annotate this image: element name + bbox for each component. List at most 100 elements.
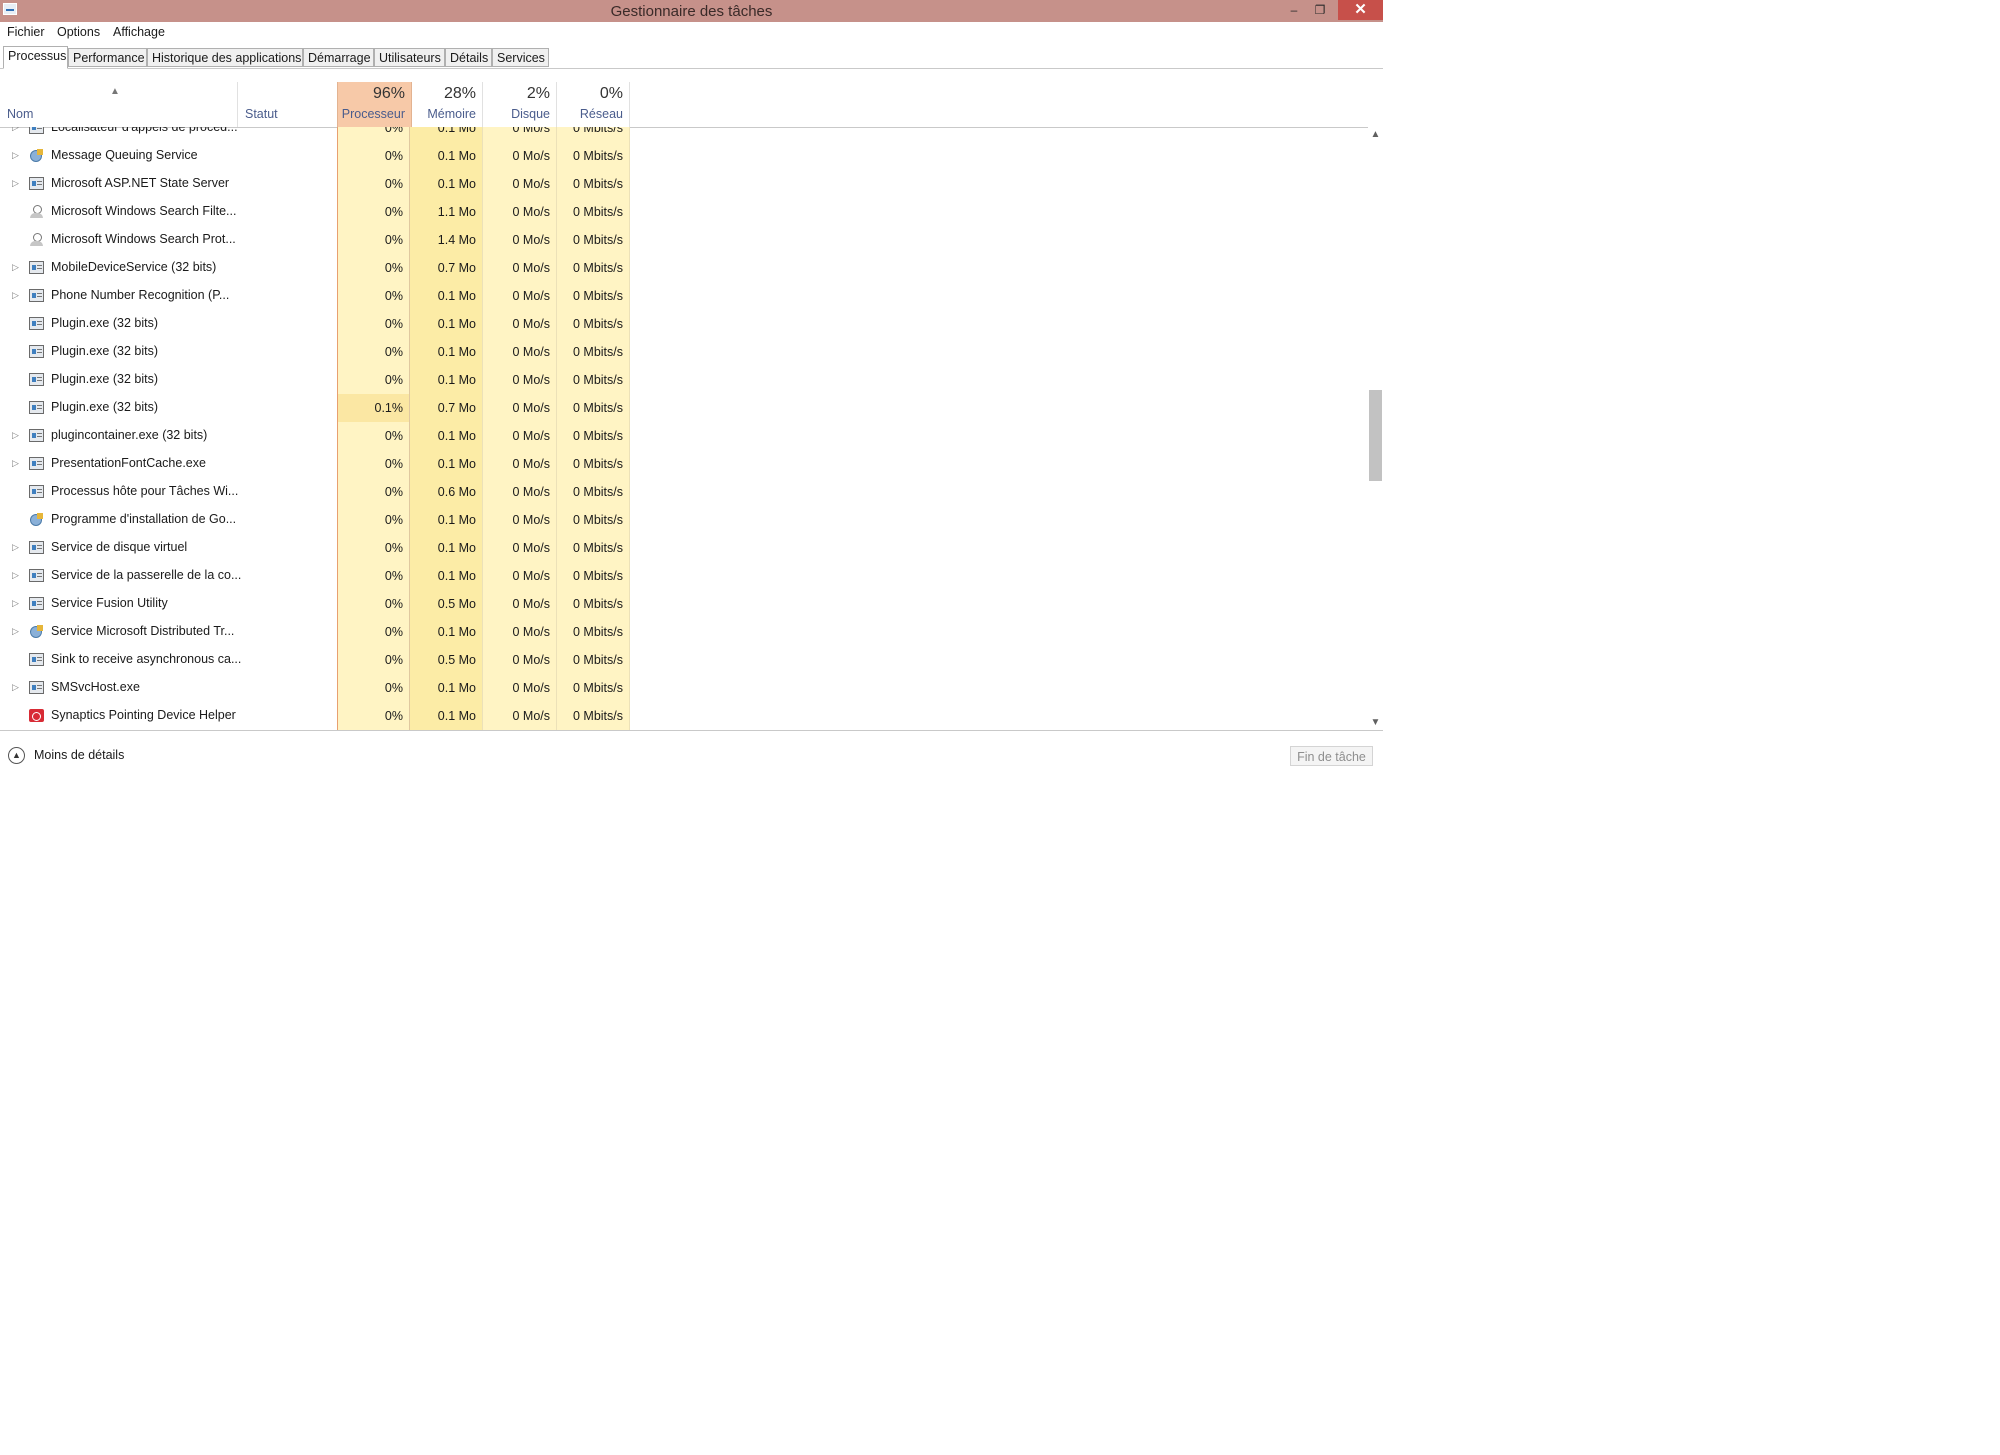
app-window-icon: [29, 681, 44, 694]
process-row[interactable]: Plugin.exe (32 bits) 0% 0.1 Mo 0 Mo/s 0 Mbit…: [0, 310, 1368, 338]
process-cpu: 0%: [337, 506, 410, 534]
process-row[interactable]: Synaptics Pointing Device Helper 0% 0.1 Mo…: [0, 702, 1368, 730]
process-cpu: 0%: [337, 478, 410, 506]
process-row[interactable]: Programme d'installation de Go... 0% 0.1 M…: [0, 506, 1368, 534]
process-name: Microsoft ASP.NET State Server: [51, 176, 230, 190]
app-window-icon: [29, 345, 44, 358]
process-network: 0 Mbits/s: [557, 618, 630, 646]
tab-details[interactable]: Détails: [445, 48, 492, 67]
process-network: 0 Mbits/s: [557, 450, 630, 478]
process-row[interactable]: Plugin.exe (32 bits) 0% 0.1 Mo 0 Mo/s 0 Mbit…: [0, 366, 1368, 394]
network-column-label: Réseau: [579, 107, 623, 121]
process-row[interactable]: Microsoft Windows Search Filte... 0% 1.1 M…: [0, 198, 1368, 226]
process-cpu: 0%: [337, 127, 410, 142]
app-window-icon: [29, 289, 44, 302]
process-row[interactable]: ▷ Service Fusion Utility 0% 0.5 Mo 0 Mo/s 0 M…: [0, 590, 1368, 618]
process-row[interactable]: Microsoft Windows Search Prot... 0% 1.4 Mo…: [0, 226, 1368, 254]
expand-chevron-icon[interactable]: ▷: [12, 458, 19, 469]
process-memory: 0.1 Mo: [410, 450, 483, 478]
process-name: Plugin.exe (32 bits): [51, 400, 159, 414]
process-memory: 0.1 Mo: [410, 170, 483, 198]
tab-demarrage[interactable]: Démarrage: [303, 48, 374, 67]
process-row[interactable]: ▷ Service de la passerelle de la co... 0% 0…: [0, 562, 1368, 590]
process-row[interactable]: ▷ Service de disque virtuel 0% 0.1 Mo 0 Mo/s…: [0, 534, 1368, 562]
scrollbar-thumb[interactable]: [1369, 390, 1382, 481]
end-task-button[interactable]: Fin de tâche: [1290, 746, 1373, 766]
process-network: 0 Mbits/s: [557, 422, 630, 450]
scroll-down-arrow-icon[interactable]: ▼: [1368, 715, 1383, 730]
column-divider[interactable]: [237, 82, 238, 127]
process-network: 0 Mbits/s: [557, 590, 630, 618]
tab-services[interactable]: Services: [492, 48, 549, 67]
expand-chevron-icon[interactable]: ▷: [12, 127, 19, 133]
process-row[interactable]: ▷ Message Queuing Service 0% 0.1 Mo 0 Mo/s 0 …: [0, 142, 1368, 170]
process-row[interactable]: Plugin.exe (32 bits) 0.1% 0.7 Mo 0 Mo/s 0 Mb…: [0, 394, 1368, 422]
expand-chevron-icon[interactable]: ▷: [12, 150, 19, 161]
collapse-details-icon[interactable]: ▲: [8, 747, 25, 764]
process-disk: 0 Mo/s: [483, 226, 557, 254]
title-bar[interactable]: Gestionnaire des tâches – ❐ ✕: [0, 0, 1383, 22]
process-name: Plugin.exe (32 bits): [51, 372, 159, 386]
process-row[interactable]: ▷ Service Microsoft Distributed Tr... 0% 0.…: [0, 618, 1368, 646]
process-memory: 1.1 Mo: [410, 198, 483, 226]
process-row[interactable]: ▷ plugincontainer.exe (32 bits) 0% 0.1 Mo 0 …: [0, 422, 1368, 450]
app-window-icon: [29, 569, 44, 582]
scroll-up-arrow-icon[interactable]: ▲: [1368, 127, 1383, 142]
expand-chevron-icon[interactable]: ▷: [12, 626, 19, 637]
expand-chevron-icon[interactable]: ▷: [12, 542, 19, 553]
tab-historique-applications[interactable]: Historique des applications: [147, 48, 303, 67]
fewer-details-link[interactable]: Moins de détails: [34, 748, 124, 762]
process-cpu: 0%: [337, 590, 410, 618]
process-name: plugincontainer.exe (32 bits): [51, 428, 208, 442]
process-name: Sink to receive asynchronous ca...: [51, 652, 242, 666]
process-memory: 0.1 Mo: [410, 534, 483, 562]
process-row[interactable]: ▷ SMSvcHost.exe 0% 0.1 Mo 0 Mo/s 0 Mbits/s: [0, 674, 1368, 702]
process-memory: 0.5 Mo: [410, 590, 483, 618]
expand-chevron-icon[interactable]: ▷: [12, 682, 19, 693]
tab-performance[interactable]: Performance: [68, 48, 147, 67]
footer-bar: ▲ Moins de détails Fin de tâche: [0, 730, 1383, 772]
expand-chevron-icon[interactable]: ▷: [12, 290, 19, 301]
installer-gear-icon: [29, 513, 44, 526]
process-name: Plugin.exe (32 bits): [51, 344, 159, 358]
menu-options[interactable]: Options: [57, 25, 100, 39]
process-cpu: 0%: [337, 170, 410, 198]
process-row[interactable]: ▷ Microsoft ASP.NET State Server 0% 0.1 Mo 0…: [0, 170, 1368, 198]
app-window-icon: [29, 373, 44, 386]
process-row[interactable]: ▷ Localisateur d'appels de procéd... 0% 0.1…: [0, 127, 1368, 142]
close-button[interactable]: ✕: [1338, 0, 1383, 20]
column-header-disque[interactable]: 2% Disque: [483, 82, 557, 127]
column-header-memoire[interactable]: 28% Mémoire: [410, 82, 483, 127]
tab-utilisateurs[interactable]: Utilisateurs: [374, 48, 445, 67]
process-list: ▷ Localisateur d'appels de procéd... 0% 0.1…: [0, 127, 1368, 730]
process-row[interactable]: ▷ PresentationFontCache.exe 0% 0.1 Mo 0 Mo/s…: [0, 450, 1368, 478]
process-disk: 0 Mo/s: [483, 254, 557, 282]
menu-affichage[interactable]: Affichage: [113, 25, 165, 39]
process-cpu: 0%: [337, 366, 410, 394]
restore-button[interactable]: ❐: [1307, 0, 1333, 20]
column-header-processeur[interactable]: 96% Processeur: [337, 82, 412, 127]
search-person-icon: [29, 205, 44, 218]
expand-chevron-icon[interactable]: ▷: [12, 598, 19, 609]
process-row[interactable]: Sink to receive asynchronous ca... 0% 0.5 …: [0, 646, 1368, 674]
app-window-icon: [29, 177, 44, 190]
expand-chevron-icon[interactable]: ▷: [12, 430, 19, 441]
tab-processus[interactable]: Processus: [3, 46, 68, 69]
process-row[interactable]: Processus hôte pour Tâches Wi... 0% 0.6 Mo…: [0, 478, 1368, 506]
gear-service-icon: [29, 625, 44, 638]
process-network: 0 Mbits/s: [557, 394, 630, 422]
column-header-reseau[interactable]: 0% Réseau: [557, 82, 630, 127]
process-row[interactable]: Plugin.exe (32 bits) 0% 0.1 Mo 0 Mo/s 0 Mbit…: [0, 338, 1368, 366]
vertical-scrollbar[interactable]: ▲ ▼: [1368, 127, 1383, 730]
expand-chevron-icon[interactable]: ▷: [12, 262, 19, 273]
minimize-button[interactable]: –: [1281, 0, 1307, 20]
process-memory: 0.1 Mo: [410, 562, 483, 590]
process-memory: 0.1 Mo: [410, 422, 483, 450]
process-row[interactable]: ▷ Phone Number Recognition (P... 0% 0.1 Mo 0…: [0, 282, 1368, 310]
process-row[interactable]: ▷ MobileDeviceService (32 bits) 0% 0.7 Mo 0 …: [0, 254, 1368, 282]
menu-fichier[interactable]: Fichier: [7, 25, 45, 39]
column-header-nom[interactable]: Nom: [7, 107, 33, 121]
column-header-statut[interactable]: Statut: [245, 107, 278, 121]
expand-chevron-icon[interactable]: ▷: [12, 178, 19, 189]
expand-chevron-icon[interactable]: ▷: [12, 570, 19, 581]
